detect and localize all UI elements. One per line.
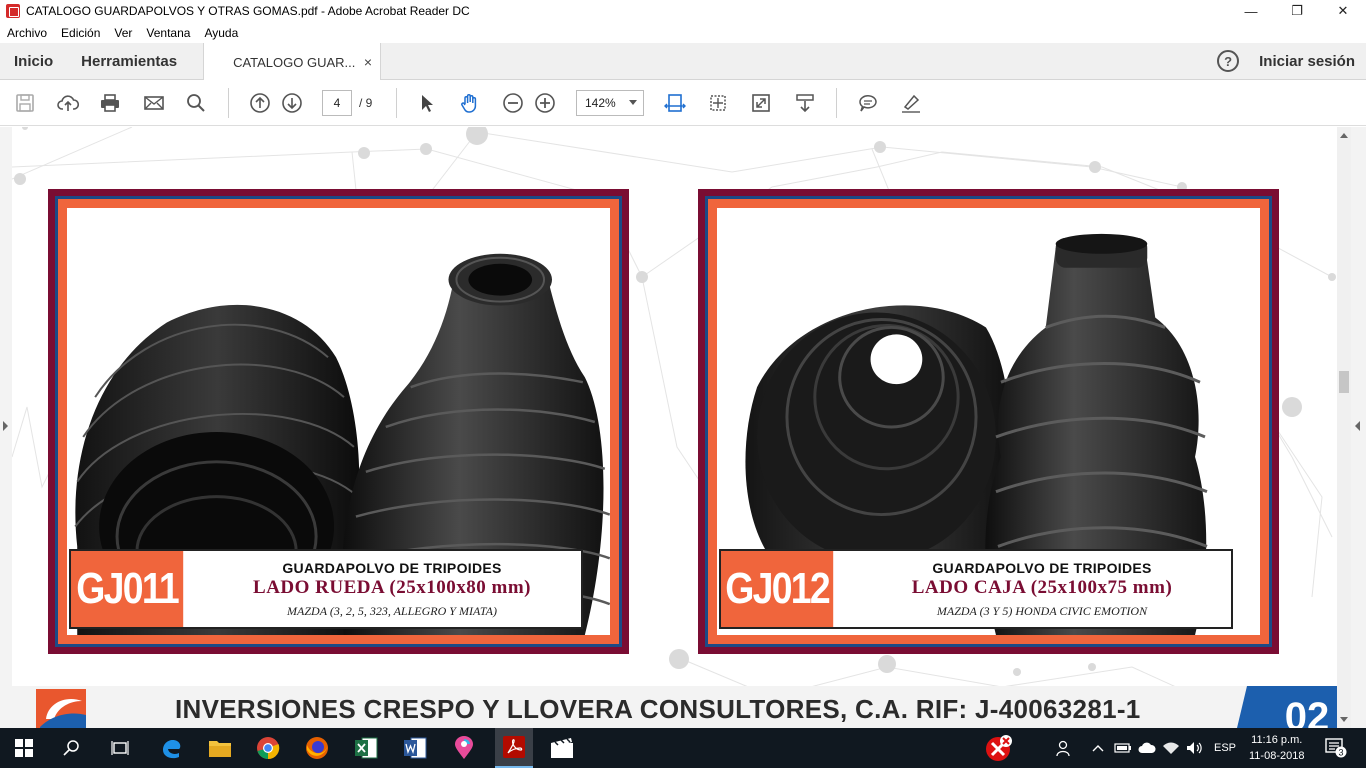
acrobat-reader-taskbar-icon[interactable]	[495, 728, 533, 768]
battery-icon[interactable]	[1114, 728, 1132, 768]
menu-bar: Archivo Edición Ver Ventana Ayuda	[0, 22, 1366, 43]
menu-ayuda[interactable]: Ayuda	[204, 26, 238, 40]
product-type: GUARDAPOLVO DE TRIPOIDES	[282, 559, 502, 576]
signin-button[interactable]: Iniciar sesión	[1259, 53, 1355, 70]
file-explorer-icon[interactable]	[206, 734, 234, 762]
title-bar: CATALOGO GUARDAPOLVOS Y OTRAS GOMAS.pdf …	[0, 0, 1366, 22]
product-compatibility: MAZDA (3 Y 5) HONDA CIVIC EMOTION	[936, 603, 1148, 618]
firefox-browser-icon[interactable]	[303, 734, 331, 762]
scroll-mode-icon[interactable]	[792, 90, 818, 116]
clock-date: 11-08-2018	[1249, 750, 1305, 762]
select-cursor-icon[interactable]	[414, 90, 440, 116]
highlight-pen-icon[interactable]	[898, 90, 924, 116]
chevron-down-icon	[629, 100, 637, 105]
notification-count: 3	[1338, 748, 1343, 758]
toolbar: 4 / 9 142%	[0, 80, 1366, 126]
email-icon[interactable]	[141, 90, 167, 116]
task-view-icon[interactable]	[106, 734, 134, 762]
product-card-gj012: GJ012 GUARDAPOLVO DE TRIPOIDES LADO CAJA…	[698, 189, 1279, 654]
edge-browser-icon[interactable]	[157, 734, 185, 762]
maps-pin-icon[interactable]	[450, 734, 478, 762]
product-side-dimensions: LADO CAJA (25x100x75 mm)	[911, 576, 1173, 598]
window-controls: — ❐ ✕	[1228, 0, 1366, 22]
document-viewport[interactable]: GJ011 GUARDAPOLVO DE TRIPOIDES LADO RUED…	[0, 127, 1366, 728]
left-panel-toggle[interactable]	[0, 127, 12, 728]
restore-button[interactable]: ❐	[1274, 0, 1320, 22]
tray-app-icon[interactable]	[978, 734, 1018, 762]
keyboard-language[interactable]: ESP	[1214, 728, 1236, 768]
product-label: GJ011 GUARDAPOLVO DE TRIPOIDES LADO RUED…	[69, 549, 583, 629]
help-icon[interactable]: ?	[1217, 50, 1240, 72]
save-icon[interactable]	[12, 90, 38, 116]
onedrive-cloud-icon[interactable]	[1138, 728, 1156, 768]
product-code: GJ011	[71, 551, 184, 627]
search-icon[interactable]	[58, 734, 86, 762]
notifications-icon[interactable]: 3	[1322, 734, 1350, 762]
tab-bar: Inicio Herramientas CATALOGO GUAR... × ?…	[0, 43, 1366, 81]
wifi-icon[interactable]	[1162, 728, 1180, 768]
tab-document[interactable]: CATALOGO GUAR... ×	[203, 43, 382, 81]
product-card-gj011: GJ011 GUARDAPOLVO DE TRIPOIDES LADO RUED…	[48, 189, 629, 654]
volume-icon[interactable]	[1186, 728, 1204, 768]
company-logo	[36, 689, 86, 728]
print-icon[interactable]	[97, 90, 123, 116]
clock-time: 11:16 p.m.	[1251, 734, 1303, 746]
next-page-icon[interactable]	[279, 90, 305, 116]
search-icon[interactable]	[183, 90, 209, 116]
product-label: GJ012 GUARDAPOLVO DE TRIPOIDES LADO CAJA…	[719, 549, 1233, 629]
product-side-dimensions: LADO RUEDA (25x100x80 mm)	[253, 576, 531, 598]
page-number-input[interactable]: 4	[322, 90, 352, 116]
excel-icon[interactable]	[352, 734, 380, 762]
people-icon[interactable]	[1050, 734, 1078, 762]
toolbar-separator	[836, 88, 837, 118]
scroll-up-icon[interactable]	[1340, 133, 1348, 138]
window-title: CATALOGO GUARDAPOLVOS Y OTRAS GOMAS.pdf …	[26, 4, 470, 18]
pdf-app-icon	[6, 4, 20, 18]
tray-chevron-up-icon[interactable]	[1092, 728, 1104, 768]
scroll-down-icon[interactable]	[1340, 717, 1348, 722]
zoom-level-select[interactable]: 142%	[576, 90, 644, 116]
comment-icon[interactable]	[855, 90, 881, 116]
chevron-left-icon	[1355, 421, 1360, 431]
minimize-button[interactable]: —	[1228, 0, 1274, 22]
fit-page-icon[interactable]	[705, 90, 731, 116]
chrome-browser-icon[interactable]	[254, 734, 282, 762]
hand-tool-icon[interactable]	[457, 90, 483, 116]
tab-inicio[interactable]: Inicio	[0, 43, 67, 79]
fit-width-icon[interactable]	[662, 90, 688, 116]
tab-close-icon[interactable]: ×	[364, 54, 372, 70]
product-type: GUARDAPOLVO DE TRIPOIDES	[932, 559, 1152, 576]
chevron-right-icon	[3, 421, 8, 431]
menu-ver[interactable]: Ver	[114, 26, 132, 40]
tab-document-label: CATALOGO GUAR...	[233, 54, 356, 70]
catalog-footer: INVERSIONES CRESPO Y LLOVERA CONSULTORES…	[12, 686, 1337, 728]
toolbar-separator	[228, 88, 229, 118]
tab-herramientas[interactable]: Herramientas	[67, 43, 191, 79]
zoom-level-value: 142%	[585, 96, 616, 110]
close-window-button[interactable]: ✕	[1320, 0, 1366, 22]
product-code: GJ012	[721, 551, 834, 627]
product-compatibility: MAZDA (3, 2, 5, 323, ALLEGRO Y MIATA)	[287, 603, 497, 618]
taskbar-clock[interactable]: 11:16 p.m. 11-08-2018	[1249, 732, 1304, 764]
page-number: 02	[1285, 695, 1330, 728]
right-panel-toggle[interactable]	[1351, 127, 1366, 728]
vertical-scrollbar[interactable]	[1337, 127, 1351, 728]
zoom-out-icon[interactable]	[500, 90, 526, 116]
menu-archivo[interactable]: Archivo	[7, 26, 47, 40]
windows-taskbar: ESP 11:16 p.m. 11-08-2018 3	[0, 728, 1366, 768]
previous-page-icon[interactable]	[247, 90, 273, 116]
page-number-badge: 02	[1237, 686, 1337, 728]
menu-ventana[interactable]: Ventana	[146, 26, 190, 40]
page-total: / 9	[359, 96, 373, 110]
movie-maker-icon[interactable]	[548, 734, 576, 762]
full-screen-icon[interactable]	[748, 90, 774, 116]
zoom-in-icon[interactable]	[532, 90, 558, 116]
word-icon[interactable]	[401, 734, 429, 762]
cloud-upload-icon[interactable]	[55, 90, 81, 116]
windows-start-icon[interactable]	[10, 734, 38, 762]
company-name: INVERSIONES CRESPO Y LLOVERA CONSULTORES…	[175, 694, 1141, 724]
scroll-thumb[interactable]	[1339, 371, 1349, 393]
menu-edicion[interactable]: Edición	[61, 26, 100, 40]
toolbar-separator	[396, 88, 397, 118]
